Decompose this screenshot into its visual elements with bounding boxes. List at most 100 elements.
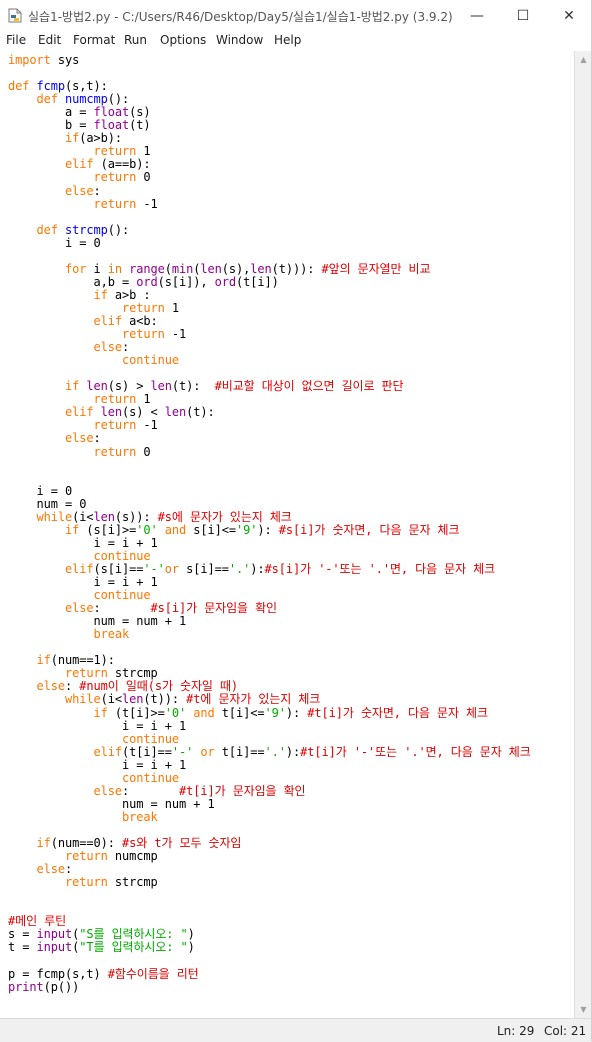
code-token: if (36, 653, 51, 668)
menu-format[interactable]: Format (73, 33, 115, 47)
close-button[interactable]: ✕ (546, 0, 592, 31)
code-token: len (100, 405, 122, 420)
code-token: if (93, 287, 108, 302)
code-token: elif (65, 157, 94, 172)
code-line: return numcmp (8, 850, 158, 863)
code-token: else (65, 431, 94, 446)
code-token: a>b : (107, 287, 151, 302)
code-token: (t))): (271, 261, 322, 276)
code-line: a = float(s) (8, 106, 151, 119)
code-line: if(num==0): #s와 t가 모두 숫자임 (8, 836, 242, 850)
code-token: b = (8, 118, 94, 133)
code-token: : (65, 679, 80, 694)
code-token: (num==0): (50, 836, 122, 850)
code-line: else: #s[i]가 문자임을 확인 (8, 602, 277, 615)
code-token: t[i]== (214, 744, 265, 759)
code-token: continue (122, 731, 179, 746)
code-token: ) (187, 927, 195, 942)
scroll-up-icon[interactable]: ▲ (575, 51, 592, 68)
code-token: ): (257, 522, 279, 537)
minimize-button[interactable]: — (454, 0, 500, 31)
code-line: b = float(t) (8, 119, 151, 132)
code-line: else: (8, 862, 73, 876)
code-token: ord (214, 274, 236, 289)
code-token: #num이 일때(s가 숫자일 때) (79, 679, 239, 694)
code-line: elif (a==b): (8, 158, 151, 171)
code-line: if len(s) > len(t): #비교할 대상이 없으면 길이로 판단 (8, 379, 404, 394)
code-token: num = 0 (8, 496, 87, 511)
code-token: #비교할 대상이 없으면 길이로 판단 (214, 379, 404, 394)
code-token: while (36, 509, 73, 524)
code-token: return (65, 875, 108, 890)
code-token: #s[i]가 문자임을 확인 (150, 601, 278, 616)
maximize-button[interactable]: ☐ (500, 0, 546, 31)
code-token: t[i]<= (214, 705, 265, 720)
code-line: i = 0 (8, 484, 72, 498)
code-token: (s[i]== (93, 561, 144, 576)
code-token: #t[i]가 숫자면, 다음 문자 체크 (307, 705, 488, 720)
code-line: continue (8, 731, 179, 746)
code-token: a<b: (122, 314, 158, 328)
code-token: i = i + 1 (8, 757, 187, 772)
code-token: : (122, 783, 179, 798)
code-token: input (36, 940, 73, 955)
code-editor[interactable]: import sys def fcmp(s,t): def numcmp(): a… (2, 51, 574, 1018)
code-token: range (129, 261, 165, 276)
code-token: return (93, 170, 137, 185)
code-line: num = num + 1 (8, 797, 215, 811)
code-token: continue (122, 770, 179, 785)
code-token: input (36, 927, 73, 942)
code-token: #s와 t가 모두 숫자임 (122, 836, 242, 850)
code-token: : (122, 340, 130, 355)
code-line: s = input("S를 입력하시오: ") (8, 928, 195, 941)
code-token: import (8, 53, 51, 67)
code-token: (s)): (114, 509, 158, 524)
menu-edit[interactable]: Edit (38, 33, 61, 47)
code-token: ): (250, 561, 265, 576)
code-token: float (93, 105, 130, 120)
code-token: strcmp (107, 666, 158, 681)
scroll-down-icon[interactable]: ▼ (575, 1001, 592, 1018)
code-token: strcmp (107, 875, 158, 890)
menu-run[interactable]: Run (124, 33, 147, 47)
code-token: : (93, 183, 101, 198)
vertical-scrollbar[interactable]: ▲ ▼ (574, 51, 592, 1018)
minimize-icon: — (470, 7, 484, 24)
code-token: i = i + 1 (8, 718, 187, 733)
menu-options[interactable]: Options (160, 33, 206, 47)
title-bar: 실습1-방법2.py - C:/Users/R46/Desktop/Day5/실… (0, 0, 592, 31)
code-line: num = num + 1 (8, 615, 186, 628)
code-token: if (36, 836, 51, 850)
code-token: 1 (136, 392, 151, 407)
code-token: return (93, 144, 137, 159)
code-token: continue (93, 588, 151, 603)
code-token: if (65, 131, 80, 146)
code-token: i = i + 1 (8, 575, 158, 589)
code-line: return 1 (8, 393, 151, 406)
python-file-icon (8, 8, 22, 23)
code-line: else: (8, 340, 130, 355)
menu-help[interactable]: Help (274, 33, 301, 47)
code-token: (t)): (143, 692, 187, 707)
menu-window[interactable]: Window (216, 33, 263, 47)
code-line: else: #num이 일때(s가 숫자일 때) (8, 679, 239, 694)
code-token: -1 (136, 196, 158, 211)
menu-file[interactable]: File (6, 33, 26, 47)
